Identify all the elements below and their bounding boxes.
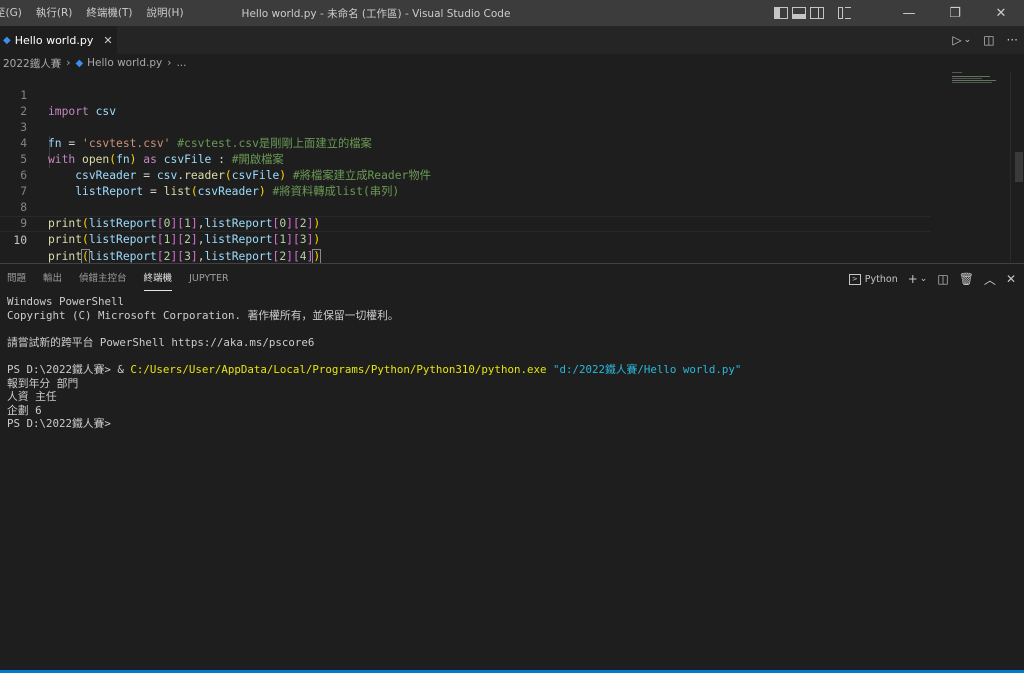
terminal-command-line: PS D:\2022鐵人賽> & C:/Users/User/AppData/L… — [7, 363, 1017, 377]
layout-controls — [774, 7, 852, 19]
close-tab-icon[interactable]: ✕ — [103, 34, 112, 47]
code-line[interactable]: 2 — [0, 88, 930, 118]
menu-run[interactable]: 執行(R) — [29, 0, 80, 26]
breadcrumb-folder[interactable]: 2022鐵人賽 — [3, 56, 61, 71]
line-number: 10 — [13, 234, 27, 247]
split-terminal-icon[interactable]: ◫ — [937, 272, 948, 286]
window-title: Hello world.py - 未命名 (工作區) - Visual Stud… — [241, 7, 511, 20]
run-python-file-icon[interactable]: ▷ — [952, 33, 961, 47]
tab-terminal[interactable]: 終端機 — [137, 264, 183, 294]
terminal-line: 請嘗試新的跨平台 PowerShell https://aka.ms/pscor… — [7, 335, 315, 349]
terminal-line: Copyright (C) Microsoft Corporation. 著作權… — [7, 308, 399, 322]
menu-help[interactable]: 說明(H) — [139, 0, 190, 26]
tab-hello-world-py[interactable]: ◆ Hello world.py ✕ — [0, 26, 117, 54]
code-line[interactable]: 7 — [0, 168, 930, 198]
terminal-profile-name: Python — [864, 273, 898, 285]
terminal-output[interactable]: Windows PowerShell Copyright (C) Microso… — [7, 295, 1017, 431]
menu-terminal[interactable]: 終端機(T) — [79, 0, 139, 26]
split-editor-icon[interactable]: ◫ — [983, 33, 994, 47]
restore-button[interactable]: ❐ — [932, 0, 978, 26]
run-dropdown-chevron-icon[interactable]: ⌄ — [964, 35, 972, 45]
code-line[interactable]: 1 import csv — [0, 72, 930, 118]
menu-bar: 至(G) 執行(R) 終端機(T) 說明(H) — [0, 0, 191, 26]
close-window-button[interactable]: ✕ — [978, 0, 1024, 26]
terminal-profile-selector[interactable]: > Python — [848, 273, 898, 285]
tab-problems[interactable]: 問題 — [0, 264, 36, 294]
terminal-amp: & — [117, 362, 131, 376]
python-file-icon: ◆ — [3, 34, 11, 46]
breadcrumb: 2022鐵人賽 › ◆ Hello world.py › ... — [0, 54, 1024, 72]
customize-layout-icon[interactable] — [838, 7, 852, 19]
tab-output[interactable]: 輸出 — [36, 264, 72, 294]
terminal-line: 人資 主任 — [7, 390, 57, 404]
terminal-line: Windows PowerShell — [7, 295, 125, 308]
title-bar: 至(G) 執行(R) 終端機(T) 說明(H) Hello world.py -… — [0, 0, 1024, 26]
editor-scrollbar[interactable] — [1010, 72, 1024, 262]
toggle-secondary-sidebar-icon[interactable] — [810, 7, 824, 19]
chevron-down-icon[interactable]: ⌄ — [920, 274, 928, 284]
tab-label: Hello world.py — [14, 33, 94, 47]
terminal-exe-path: C:/Users/User/AppData/Local/Programs/Pyt… — [130, 362, 547, 376]
kill-terminal-icon[interactable]: 🗑 — [959, 272, 974, 286]
chevron-right-icon: › — [66, 57, 71, 69]
new-terminal-icon[interactable]: + — [908, 272, 918, 286]
toggle-panel-icon[interactable] — [792, 7, 806, 19]
code-line[interactable]: 3 fn = 'csvtest.csv' #csvtest.csv是剛剛上面建立… — [0, 104, 930, 150]
terminal-line: 報到年分 部門 — [7, 376, 79, 390]
maximize-panel-icon[interactable]: ︿ — [984, 271, 996, 288]
menu-go[interactable]: 至(G) — [0, 0, 29, 26]
python-file-icon: ◆ — [75, 57, 84, 69]
scrollbar-thumb[interactable] — [1015, 152, 1023, 182]
terminal-arg: "d:/2022鐵人賽/Hello world.py" — [546, 362, 742, 376]
breadcrumb-symbols[interactable]: ... — [176, 57, 186, 69]
code-line-current[interactable]: 10 print(listReport[2][3],listReport[2][… — [0, 216, 930, 264]
terminal-line: 企劃 6 — [7, 403, 42, 417]
editor-tab-bar: ◆ Hello world.py ✕ ▷ ⌄ ◫ ··· — [0, 26, 1024, 54]
title-actions: — ❐ ✕ — [774, 0, 1024, 26]
code-line[interactable]: 6 listReport = list(csvReader) #將資料轉成lis… — [0, 152, 930, 198]
chevron-right-icon: › — [167, 57, 172, 69]
minimap[interactable] — [952, 72, 1002, 102]
code-text: print(listReport[1][2],listReport[1][3]) — [48, 233, 321, 246]
toggle-primary-sidebar-icon[interactable] — [774, 7, 788, 19]
terminal-icon: > — [848, 273, 861, 285]
code-line[interactable]: 9 print(listReport[1][2],listReport[1][3… — [0, 200, 930, 246]
editor-actions: ▷ ⌄ ◫ ··· — [952, 26, 1018, 54]
panel-actions: > Python + ⌄ ◫ 🗑 ︿ ✕ — [848, 264, 1016, 294]
terminal-prompt: PS D:\2022鐵人賽> — [7, 362, 118, 376]
minimize-button[interactable]: — — [886, 0, 932, 26]
tab-jupyter[interactable]: JUPYTER — [182, 264, 238, 294]
code-line[interactable]: 4 with open(fn) as csvFile : #開啟檔案 — [0, 120, 930, 166]
terminal-prompt-line: PS D:\2022鐵人賽> — [7, 417, 111, 431]
close-panel-icon[interactable]: ✕ — [1006, 272, 1016, 286]
panel-tabs: 問題 輸出 偵錯主控台 終端機 JUPYTER — [0, 264, 239, 294]
breadcrumb-file[interactable]: Hello world.py — [87, 57, 162, 69]
code-editor[interactable]: 1 import csv 2 3 fn = 'csvtest.csv' #csv… — [0, 72, 1024, 264]
tab-debug-console[interactable]: 偵錯主控台 — [72, 264, 137, 294]
more-actions-icon[interactable]: ··· — [1007, 33, 1018, 47]
code-line[interactable]: 8 print(listReport[0][1],listReport[0][2… — [0, 184, 930, 230]
code-line[interactable]: 5 csvReader = csv.reader(csvFile) #將檔案建立… — [0, 136, 930, 182]
bottom-panel: 問題 輸出 偵錯主控台 終端機 JUPYTER > Python + ⌄ ◫ 🗑… — [0, 263, 1024, 673]
